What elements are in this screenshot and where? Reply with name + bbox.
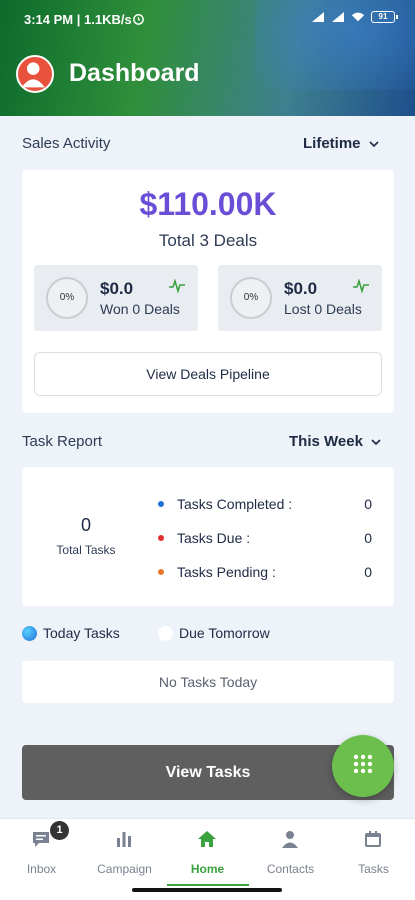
no-tasks-message: No Tasks Today xyxy=(22,661,394,703)
chevron-down-icon xyxy=(368,140,379,147)
home-icon xyxy=(198,831,216,847)
task-report-card: 0 Total Tasks Tasks Completed : 0 Tasks … xyxy=(22,467,394,606)
person-icon xyxy=(282,831,298,848)
avatar[interactable] xyxy=(16,55,54,93)
status-dot xyxy=(158,569,164,575)
chevron-down-icon xyxy=(371,438,381,445)
lost-percent-ring: 0% xyxy=(230,277,272,319)
alarm-icon xyxy=(133,14,144,25)
task-row-label: Tasks Pending : xyxy=(177,564,276,580)
nav-home[interactable]: Home xyxy=(166,819,249,885)
nav-label: Home xyxy=(190,862,225,876)
nav-campaign[interactable]: Campaign xyxy=(83,819,166,885)
due-tomorrow-label: Due Tomorrow xyxy=(179,625,270,641)
nav-contacts[interactable]: Contacts xyxy=(249,819,332,885)
nav-label: Contacts xyxy=(266,862,315,876)
nav-label: Tasks xyxy=(358,862,389,876)
status-bar: 3:14 PM | 1.1KB/s 91 xyxy=(0,0,415,38)
total-tasks-label: Total Tasks xyxy=(56,543,116,557)
status-icons: 91 xyxy=(311,11,398,23)
pulse-icon xyxy=(169,279,185,293)
task-period-value: This Week xyxy=(289,433,363,450)
task-row-value: 0 xyxy=(364,564,372,580)
task-report-label: Task Report xyxy=(22,433,103,450)
selected-radio-icon xyxy=(22,625,37,641)
won-deals-box: 0% $0.0 Won 0 Deals xyxy=(34,265,198,331)
task-row-value: 0 xyxy=(364,496,372,512)
home-indicator[interactable] xyxy=(132,888,282,892)
app-header: 3:14 PM | 1.1KB/s 91 Dashboard xyxy=(0,0,415,116)
pulse-icon xyxy=(353,279,369,293)
task-row-label: Tasks Completed : xyxy=(177,496,293,512)
unselected-radio-icon xyxy=(158,625,173,641)
lost-amount: $0.0 xyxy=(284,279,318,298)
task-row-value: 0 xyxy=(364,530,372,546)
task-row-label: Tasks Due : xyxy=(177,530,251,546)
signal-icon xyxy=(312,12,324,22)
sales-card: $110.00K Total 3 Deals 0% $0.0 Won 0 Dea… xyxy=(22,170,394,413)
page-title: Dashboard xyxy=(69,59,200,87)
sales-period-dropdown[interactable]: Lifetime xyxy=(303,135,379,152)
nav-label: Campaign xyxy=(97,862,152,876)
nav-tasks[interactable]: Tasks xyxy=(332,819,415,885)
chat-icon xyxy=(33,832,49,847)
dots-grid-icon xyxy=(353,754,373,774)
calendar-icon xyxy=(365,831,381,847)
today-tasks-label: Today Tasks xyxy=(43,625,120,641)
user-avatar-icon xyxy=(21,62,45,88)
active-tab-indicator xyxy=(167,884,249,886)
view-deals-pipeline-button[interactable]: View Deals Pipeline xyxy=(34,352,382,396)
lost-label: Lost 0 Deals xyxy=(284,301,362,317)
nav-label: Inbox xyxy=(26,862,57,876)
sales-activity-label: Sales Activity xyxy=(22,135,111,152)
task-period-dropdown[interactable]: This Week xyxy=(289,433,381,450)
status-dot xyxy=(158,501,164,507)
apps-fab-button[interactable] xyxy=(332,735,394,797)
due-tomorrow-tab[interactable]: Due Tomorrow xyxy=(158,625,270,641)
signal-icon-2 xyxy=(332,12,344,22)
today-tasks-tab[interactable]: Today Tasks xyxy=(22,625,120,641)
inbox-badge: 1 xyxy=(50,821,69,840)
nav-inbox[interactable]: 1 Inbox xyxy=(0,819,83,885)
lost-deals-box: 0% $0.0 Lost 0 Deals xyxy=(218,265,382,331)
sales-period-value: Lifetime xyxy=(303,135,361,152)
won-amount: $0.0 xyxy=(100,279,134,298)
wifi-icon xyxy=(351,12,365,22)
won-label: Won 0 Deals xyxy=(100,301,180,317)
bar-chart-icon xyxy=(117,832,131,847)
status-dot xyxy=(158,535,164,541)
status-time: 3:14 PM | 1.1KB/s xyxy=(24,12,132,27)
total-deals: Total 3 Deals xyxy=(158,231,258,250)
won-percent-ring: 0% xyxy=(46,277,88,319)
battery-icon: 91 xyxy=(371,11,398,23)
sales-amount: $110.00K xyxy=(139,186,277,222)
total-tasks-value: 0 xyxy=(80,515,91,535)
